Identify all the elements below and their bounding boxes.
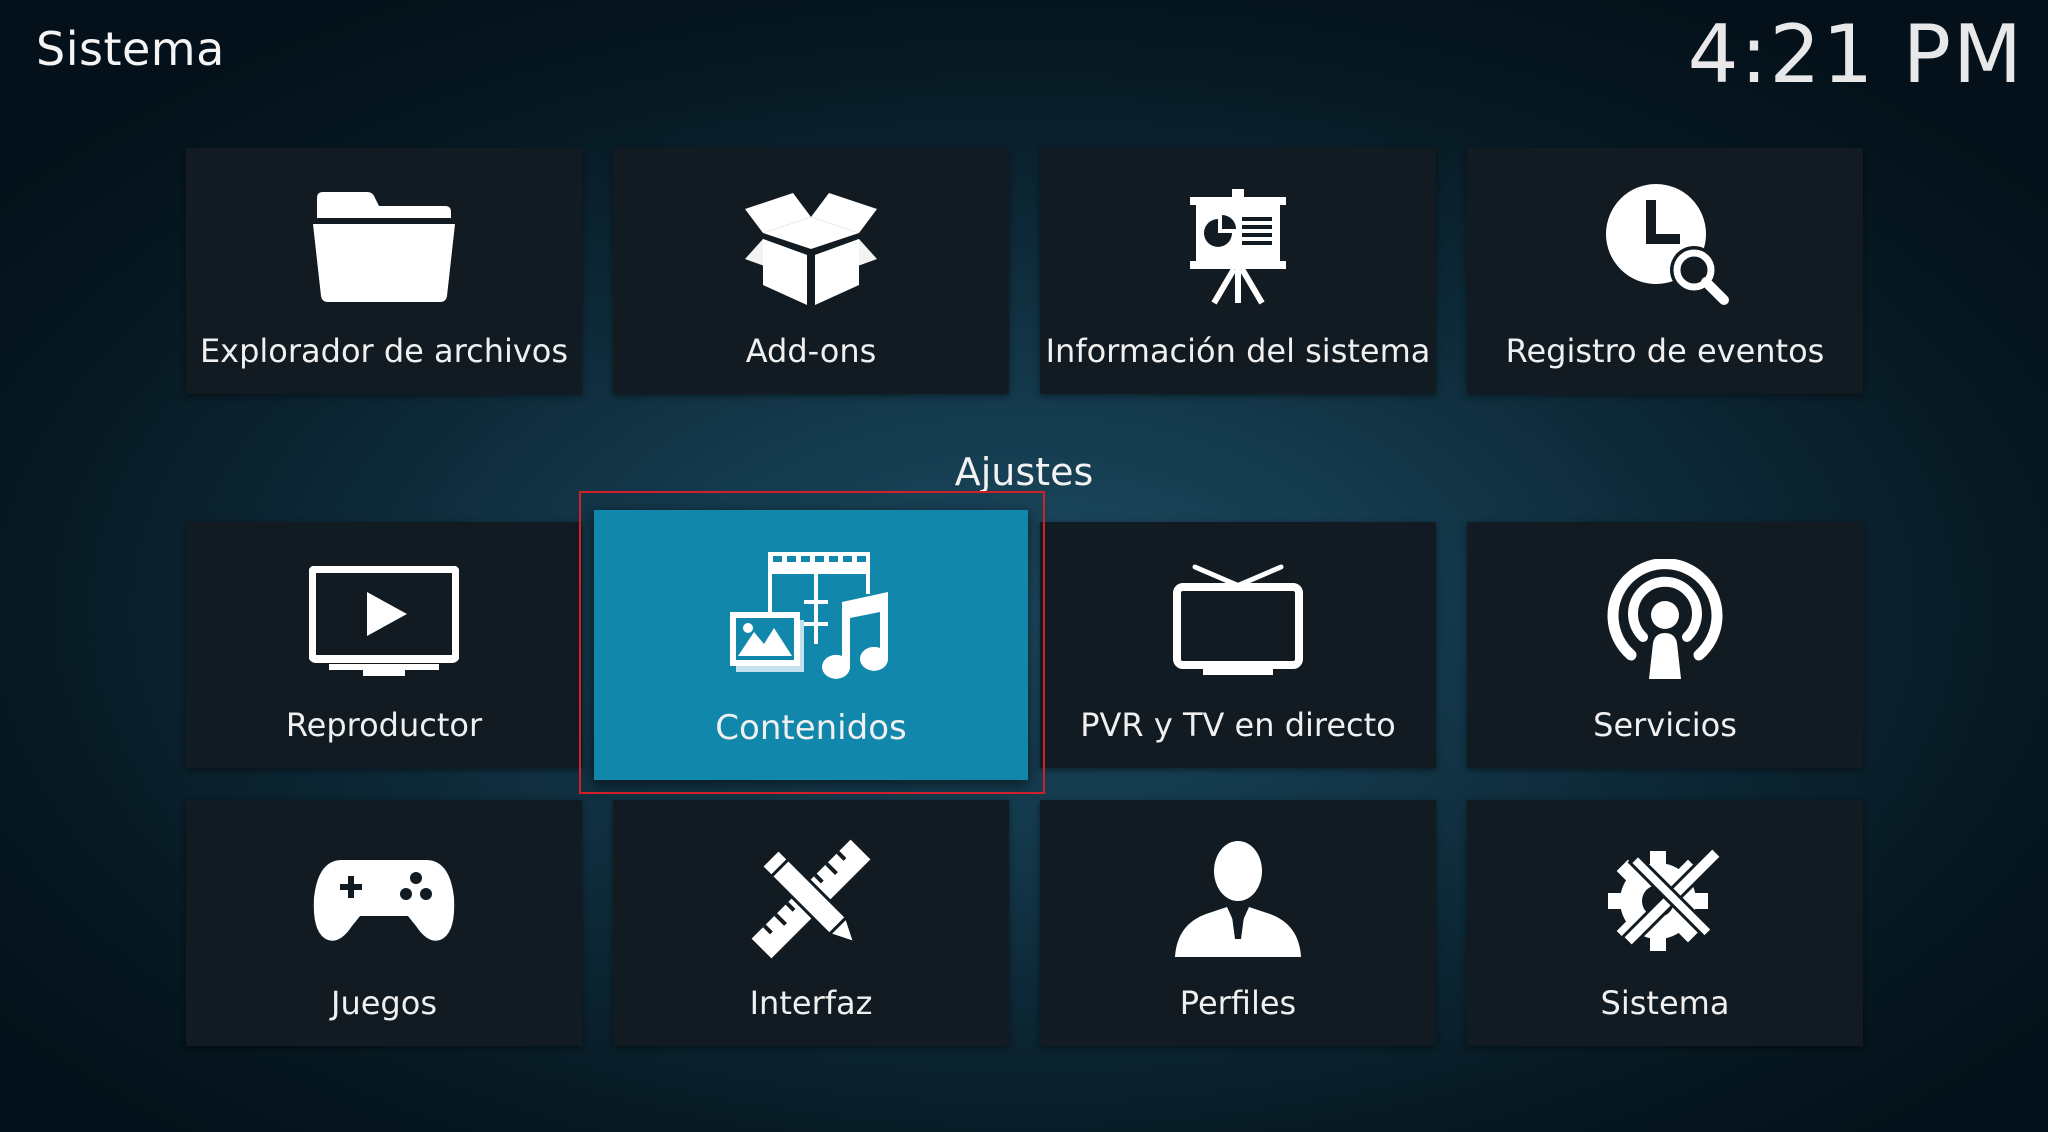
tile-label: Sistema bbox=[1600, 984, 1730, 1022]
gear-tools-icon bbox=[1467, 834, 1863, 964]
tile-label: Explorador de archivos bbox=[199, 332, 569, 370]
tile-sistema[interactable]: Sistema bbox=[1467, 800, 1863, 1046]
tile-perfiles[interactable]: Perfiles bbox=[1040, 800, 1436, 1046]
section-label-ajustes: Ajustes bbox=[954, 450, 1094, 494]
tile-label: Reproductor bbox=[285, 706, 483, 744]
tile-explorador-de-archivos[interactable]: Explorador de archivos bbox=[186, 148, 582, 394]
tile-reproductor[interactable]: Reproductor bbox=[186, 522, 582, 768]
tile-juegos[interactable]: Juegos bbox=[186, 800, 582, 1046]
pencil-ruler-icon bbox=[613, 834, 1009, 964]
presentation-easel-icon bbox=[1040, 182, 1436, 312]
tile-contenidos[interactable]: Contenidos bbox=[594, 510, 1028, 780]
clock-search-icon bbox=[1467, 182, 1863, 312]
tile-label: Servicios bbox=[1593, 706, 1737, 744]
tile-label: PVR y TV en directo bbox=[1080, 706, 1396, 744]
antenna-tv-icon bbox=[1040, 556, 1436, 686]
user-icon bbox=[1040, 834, 1436, 964]
tile-registro-de-eventos[interactable]: Registro de eventos bbox=[1467, 148, 1863, 394]
tile-label: Add-ons bbox=[745, 332, 877, 370]
tile-label: Juegos bbox=[331, 984, 437, 1022]
tv-play-icon bbox=[186, 556, 582, 686]
media-library-icon bbox=[594, 550, 1028, 686]
open-box-icon bbox=[613, 182, 1009, 312]
clock: 4:21 PM bbox=[1687, 8, 2024, 101]
tile-add-ons[interactable]: Add-ons bbox=[613, 148, 1009, 394]
tile-informacion-del-sistema[interactable]: Información del sistema bbox=[1040, 148, 1436, 394]
folder-icon bbox=[186, 182, 582, 312]
tile-label: Información del sistema bbox=[1045, 332, 1431, 370]
tile-pvr-y-tv-en-directo[interactable]: PVR y TV en directo bbox=[1040, 522, 1436, 768]
tile-label: Interfaz bbox=[749, 984, 873, 1022]
gamepad-icon bbox=[186, 834, 582, 964]
header-title: Sistema bbox=[36, 22, 225, 76]
tile-label: Registro de eventos bbox=[1505, 332, 1825, 370]
tile-servicios[interactable]: Servicios bbox=[1467, 522, 1863, 768]
tile-label: Perfiles bbox=[1179, 984, 1297, 1022]
broadcast-icon bbox=[1467, 556, 1863, 686]
tile-interfaz[interactable]: Interfaz bbox=[613, 800, 1009, 1046]
tile-label: Contenidos bbox=[715, 708, 907, 748]
